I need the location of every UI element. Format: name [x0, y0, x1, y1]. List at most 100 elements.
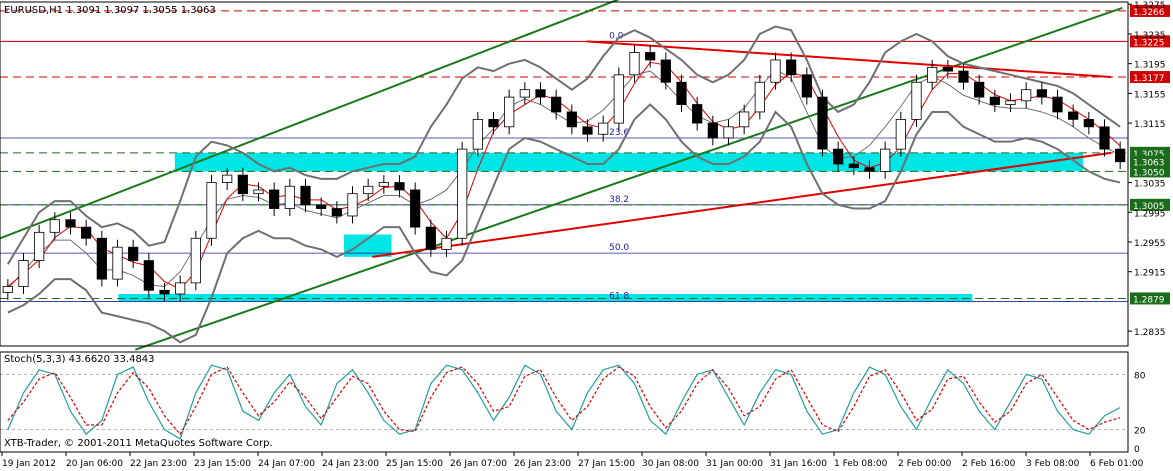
time-tick-label-2: 22 Jan 23:00 — [130, 459, 187, 469]
candle-body-14 — [222, 174, 233, 183]
price-tick-label-3: 1.3155 — [1134, 90, 1166, 100]
level-label-7: 1.2879 — [1133, 295, 1165, 305]
price-tick-label-2: 1.3195 — [1134, 61, 1166, 71]
candle-body-71 — [1115, 148, 1126, 163]
candle-body-38 — [598, 122, 609, 135]
candle-body-59 — [927, 66, 938, 83]
candle-body-27 — [425, 226, 436, 250]
fib-label-2: 38.2 — [609, 195, 629, 205]
candle-body-50 — [786, 59, 797, 76]
candle-body-34 — [535, 89, 546, 98]
candle-body-12 — [190, 237, 201, 284]
price-tick-label-8: 1.2915 — [1134, 269, 1166, 279]
chart-title: EURUSD,H1 1.3091 1.3097 1.3055 1.3063 — [4, 5, 216, 16]
support-zone-0 — [174, 152, 1083, 172]
candle-body-1 — [18, 260, 29, 287]
candle-body-64 — [1005, 100, 1016, 105]
candle-body-68 — [1068, 111, 1079, 120]
candle-body-9 — [143, 260, 154, 291]
price-tick-label-7: 1.2955 — [1134, 239, 1166, 249]
time-tick-label-8: 26 Jan 23:00 — [514, 459, 571, 469]
candle-body-63 — [989, 96, 1000, 105]
candle-body-3 — [49, 219, 60, 233]
fib-label-4: 61.8 — [609, 291, 629, 301]
candle-body-18 — [284, 185, 295, 209]
candle-body-26 — [410, 189, 421, 228]
time-tick-label-5: 24 Jan 23:00 — [322, 459, 379, 469]
osc-tick-label-0: 80 — [1134, 371, 1146, 381]
candle-body-28 — [441, 237, 452, 250]
osc-tick-label-1: 20 — [1134, 427, 1146, 437]
candle-body-58 — [911, 81, 922, 120]
candle-body-22 — [347, 193, 358, 217]
candle-body-51 — [801, 74, 812, 98]
time-tick-label-16: 3 Feb 08:00 — [1026, 459, 1080, 469]
time-tick-label-17: 6 Feb 01:00 — [1090, 459, 1144, 469]
candle-body-36 — [566, 111, 577, 128]
watermark: XTB-Trader, © 2001-2011 MetaQuotes Softw… — [4, 438, 273, 449]
price-tick-label-1: 1.3235 — [1134, 31, 1166, 41]
candle-body-31 — [488, 118, 499, 128]
candle-body-8 — [128, 246, 139, 261]
candle-body-35 — [551, 96, 562, 113]
candle-body-49 — [770, 59, 781, 83]
time-tick-label-4: 24 Jan 07:00 — [258, 459, 315, 469]
candle-body-5 — [81, 226, 92, 239]
time-tick-label-10: 30 Jan 08:00 — [642, 459, 699, 469]
candle-body-2 — [34, 231, 45, 261]
candle-body-46 — [723, 126, 734, 139]
candle-body-7 — [112, 246, 123, 280]
candle-body-61 — [958, 70, 969, 83]
candle-body-60 — [942, 66, 953, 72]
time-tick-label-1: 20 Jan 06:00 — [66, 459, 123, 469]
candle-body-33 — [519, 89, 530, 98]
candle-body-55 — [864, 167, 875, 172]
candle-body-45 — [707, 122, 718, 139]
time-tick-label-9: 27 Jan 15:00 — [578, 459, 635, 469]
level-label-2: 1.3177 — [1133, 74, 1165, 84]
fib-label-3: 50.0 — [609, 243, 629, 253]
candle-body-56 — [880, 148, 891, 172]
time-tick-label-3: 23 Jan 15:00 — [194, 459, 251, 469]
candle-body-44 — [692, 104, 703, 124]
candle-body-66 — [1036, 89, 1047, 98]
candle-body-24 — [378, 182, 389, 187]
candle-body-0 — [2, 286, 13, 293]
candle-body-48 — [754, 81, 765, 113]
candle-body-39 — [613, 74, 624, 124]
level-label-5: 1.3050 — [1133, 168, 1165, 178]
candle-body-41 — [645, 52, 656, 61]
candle-body-16 — [253, 189, 264, 195]
time-tick-label-11: 31 Jan 00:00 — [706, 459, 763, 469]
price-tick-label-5: 1.3035 — [1134, 180, 1166, 190]
chart-root: 0.023.638.250.061.8 1.32661.32251.31771.… — [0, 0, 1173, 471]
oscillator-title: Stoch(5,3,3) 43.6620 33.4843 — [4, 354, 155, 365]
candle-body-53 — [833, 148, 844, 165]
candle-body-20 — [316, 204, 327, 209]
candle-body-52 — [817, 96, 828, 150]
candle-body-40 — [629, 52, 640, 76]
time-tick-label-15: 2 Feb 16:00 — [962, 459, 1016, 469]
candle-body-29 — [457, 148, 468, 239]
osc-tick-label-2: 0 — [1134, 445, 1140, 455]
candle-body-19 — [300, 185, 311, 206]
price-tick-label-6: 1.2995 — [1134, 209, 1166, 219]
candle-body-10 — [159, 289, 170, 295]
candle-body-6 — [96, 237, 107, 280]
candle-body-23 — [363, 185, 374, 195]
candle-body-32 — [504, 96, 515, 128]
time-tick-label-6: 25 Jan 15:00 — [386, 459, 443, 469]
candle-body-47 — [739, 111, 750, 128]
time-tick-label-13: 1 Feb 08:00 — [834, 459, 888, 469]
candle-body-15 — [237, 174, 248, 195]
candle-body-4 — [65, 219, 76, 228]
time-tick-label-0: 19 Jan 2012 — [2, 459, 56, 469]
price-tick-label-4: 1.3115 — [1134, 120, 1166, 130]
candle-body-54 — [848, 163, 859, 169]
candle-body-65 — [1021, 89, 1032, 102]
time-tick-label-7: 26 Jan 07:00 — [450, 459, 507, 469]
time-tick-label-12: 31 Jan 16:00 — [770, 459, 827, 469]
candle-body-42 — [660, 59, 671, 83]
candle-body-30 — [472, 118, 483, 150]
candle-body-37 — [582, 126, 593, 135]
